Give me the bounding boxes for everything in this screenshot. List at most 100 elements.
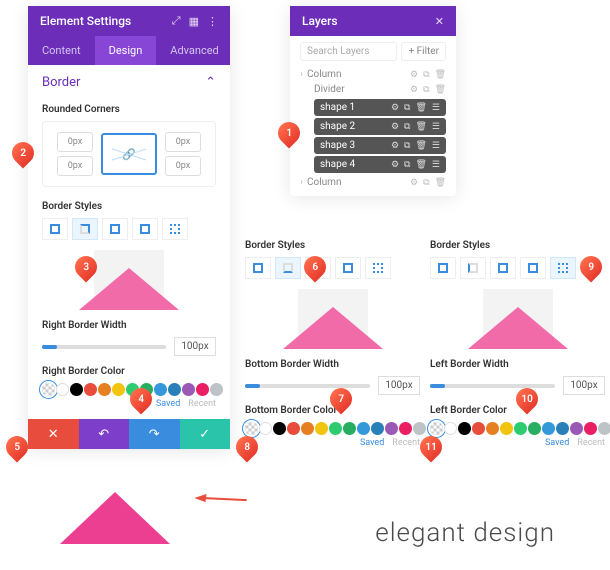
arrow-icon bbox=[193, 481, 248, 520]
color-swatch[interactable] bbox=[98, 383, 111, 396]
color-swatch[interactable] bbox=[584, 422, 597, 435]
corner-tr[interactable]: 0px bbox=[165, 132, 201, 152]
corner-bl[interactable]: 0px bbox=[57, 156, 93, 176]
color-swatch[interactable] bbox=[259, 422, 272, 435]
search-input[interactable]: Search Layers bbox=[300, 42, 397, 61]
color-swatch[interactable] bbox=[301, 422, 314, 435]
style-solid2[interactable] bbox=[132, 218, 158, 240]
gear-icon: ⚙ bbox=[391, 160, 399, 170]
color-label: Right Border Color bbox=[42, 366, 216, 377]
slider[interactable] bbox=[430, 384, 555, 388]
color-swatch[interactable] bbox=[399, 422, 412, 435]
color-swatch[interactable] bbox=[357, 422, 370, 435]
saved[interactable]: Saved bbox=[545, 438, 569, 448]
tab-content[interactable]: Content bbox=[28, 36, 95, 65]
color-swatch[interactable] bbox=[598, 422, 610, 435]
layer-shape[interactable]: shape 2⚙⧉🗑☰ bbox=[314, 118, 446, 135]
recent[interactable]: Recent bbox=[188, 399, 216, 409]
width-value[interactable]: 100px bbox=[563, 376, 605, 395]
color-swatch[interactable] bbox=[210, 383, 223, 396]
actions: ✕ ↶ ↷ ✓ bbox=[28, 419, 230, 449]
tab-design[interactable]: Design bbox=[95, 36, 157, 65]
redo-button[interactable]: ↷ bbox=[129, 419, 180, 449]
chevron-up-icon: ⌃ bbox=[205, 75, 216, 90]
slider[interactable] bbox=[245, 384, 370, 388]
layer-column-2[interactable]: ›Column ⚙⧉🗑 bbox=[300, 175, 446, 190]
color-swatch[interactable] bbox=[458, 422, 471, 435]
color-swatch[interactable] bbox=[486, 422, 499, 435]
style-dot[interactable] bbox=[550, 257, 576, 279]
layer-column[interactable]: ›Column ⚙⧉🗑 bbox=[300, 67, 446, 82]
layer-shape[interactable]: shape 1⚙⧉🗑☰ bbox=[314, 99, 446, 116]
color-swatch[interactable] bbox=[556, 422, 569, 435]
cancel-button[interactable]: ✕ bbox=[28, 419, 79, 449]
layer-shape[interactable]: shape 4⚙⧉🗑☰ bbox=[314, 156, 446, 173]
link-icon[interactable]: 🔗 bbox=[101, 133, 157, 175]
color-swatch[interactable] bbox=[444, 422, 457, 435]
close-icon[interactable]: ✕ bbox=[435, 15, 444, 28]
color-swatch[interactable] bbox=[329, 422, 342, 435]
color-swatch[interactable] bbox=[500, 422, 513, 435]
style-all[interactable] bbox=[430, 257, 456, 279]
color-swatch[interactable] bbox=[56, 383, 69, 396]
tab-advanced[interactable]: Advanced bbox=[156, 36, 232, 65]
save-button[interactable]: ✓ bbox=[180, 419, 231, 449]
layer-shape[interactable]: shape 3⚙⧉🗑☰ bbox=[314, 137, 446, 154]
style-dash[interactable] bbox=[102, 218, 128, 240]
result-triangle bbox=[60, 492, 170, 544]
color-swatch[interactable] bbox=[514, 422, 527, 435]
color-swatch[interactable] bbox=[472, 422, 485, 435]
color-swatch[interactable] bbox=[245, 422, 258, 435]
corner-br[interactable]: 0px bbox=[165, 156, 201, 176]
color-swatch[interactable] bbox=[182, 383, 195, 396]
color-swatch[interactable] bbox=[385, 422, 398, 435]
expand-icon[interactable]: ⤢ bbox=[172, 14, 181, 28]
color-swatch[interactable] bbox=[70, 383, 83, 396]
color-swatch[interactable] bbox=[196, 383, 209, 396]
color-swatch[interactable] bbox=[371, 422, 384, 435]
color-swatch[interactable] bbox=[168, 383, 181, 396]
width-slider[interactable] bbox=[42, 345, 166, 349]
style-dash[interactable] bbox=[335, 257, 361, 279]
recent[interactable]: Recent bbox=[392, 438, 420, 448]
section-border[interactable]: Border ⌃ bbox=[42, 75, 216, 98]
layer-divider[interactable]: Divider ⚙⧉🗑 bbox=[300, 82, 446, 97]
color-swatch[interactable] bbox=[430, 422, 443, 435]
color-swatch[interactable] bbox=[542, 422, 555, 435]
color-swatch[interactable] bbox=[112, 383, 125, 396]
saved[interactable]: Saved bbox=[156, 399, 180, 409]
style-right[interactable] bbox=[72, 218, 98, 240]
corner-tl[interactable]: 0px bbox=[57, 132, 93, 152]
width-value[interactable]: 100px bbox=[174, 337, 216, 356]
preview bbox=[430, 289, 605, 349]
filter-button[interactable]: + Filter bbox=[401, 42, 446, 61]
color-swatch[interactable] bbox=[315, 422, 328, 435]
recent[interactable]: Recent bbox=[577, 438, 605, 448]
style-left[interactable] bbox=[460, 257, 486, 279]
style-solid[interactable] bbox=[490, 257, 516, 279]
styles-label-3: Border Styles bbox=[430, 240, 605, 251]
color-swatch[interactable] bbox=[42, 383, 55, 396]
more-icon[interactable]: ⋮ bbox=[207, 15, 218, 28]
style-dot[interactable] bbox=[162, 218, 188, 240]
swatches-left bbox=[430, 422, 605, 435]
style-all[interactable] bbox=[42, 218, 68, 240]
corners-control[interactable]: 0px 🔗 0px 0px 0px bbox=[42, 121, 216, 187]
trash-icon: 🗑 bbox=[415, 103, 426, 113]
color-swatch[interactable] bbox=[570, 422, 583, 435]
style-dot[interactable] bbox=[365, 257, 391, 279]
color-swatch[interactable] bbox=[343, 422, 356, 435]
color-swatch[interactable] bbox=[528, 422, 541, 435]
color-swatch[interactable] bbox=[287, 422, 300, 435]
width-value[interactable]: 100px bbox=[378, 376, 420, 395]
undo-button[interactable]: ↶ bbox=[79, 419, 130, 449]
style-all[interactable] bbox=[245, 257, 271, 279]
saved[interactable]: Saved bbox=[360, 438, 384, 448]
color-swatch[interactable] bbox=[84, 383, 97, 396]
color-swatch[interactable] bbox=[273, 422, 286, 435]
style-bottom[interactable] bbox=[275, 257, 301, 279]
grid-icon[interactable]: ▦ bbox=[189, 15, 199, 28]
color-swatch[interactable] bbox=[154, 383, 167, 396]
style-dash[interactable] bbox=[520, 257, 546, 279]
color-swatch[interactable] bbox=[413, 422, 426, 435]
